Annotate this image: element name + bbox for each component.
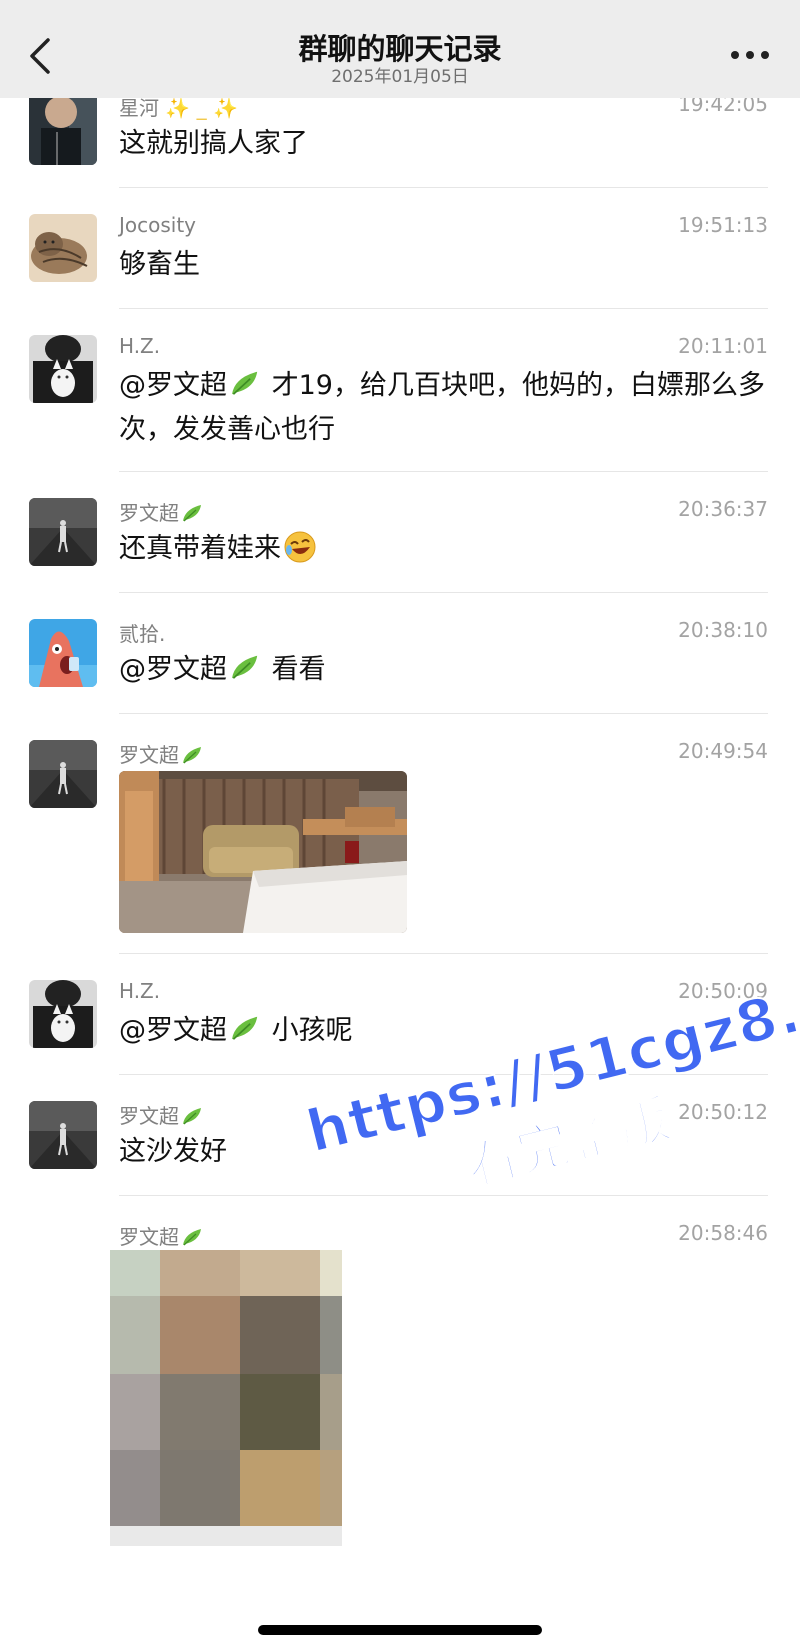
sender-name: H.Z. xyxy=(119,334,161,358)
avatar[interactable] xyxy=(29,214,97,282)
mention[interactable]: @罗文超 xyxy=(119,1015,227,1046)
sender-name: 贰拾. xyxy=(119,622,166,646)
sender-name: 罗文超 xyxy=(119,1221,205,1250)
hotel-room-photo[interactable] xyxy=(119,771,407,933)
message-time: 19:51:13 xyxy=(678,213,768,237)
avatar[interactable] xyxy=(29,498,97,566)
message-text[interactable]: 这就别搞人家了 xyxy=(119,122,769,166)
leaf-icon xyxy=(183,1229,201,1246)
leaf-icon xyxy=(183,1108,201,1125)
message-time: 20:38:10 xyxy=(678,618,768,642)
sender-name: 罗文超 xyxy=(119,739,205,768)
message-text[interactable]: 还真带着娃来 xyxy=(119,527,769,571)
divider xyxy=(119,713,768,714)
divider xyxy=(119,592,768,593)
message-time: 20:36:37 xyxy=(678,497,768,521)
avatar[interactable] xyxy=(29,619,97,687)
rolling-laughing-emoji-icon xyxy=(284,531,316,563)
message-text[interactable]: 够畜生 xyxy=(119,243,769,287)
message-text[interactable]: @罗文超 才19，给几百块吧，他妈的，白嫖那么多次，发发善心也行 xyxy=(119,364,769,452)
message-time: 20:11:01 xyxy=(678,334,768,358)
avatar[interactable] xyxy=(29,335,97,403)
message-text[interactable]: @罗文超 看看 xyxy=(119,648,769,692)
sender-name: 罗文超 xyxy=(119,497,205,526)
avatar[interactable] xyxy=(29,740,97,808)
sender-name: H.Z. xyxy=(119,979,161,1003)
page-subtitle-date: 2025年01月05日 xyxy=(331,67,469,87)
divider xyxy=(119,953,768,954)
mention[interactable]: @罗文超 xyxy=(119,370,227,401)
leaf-icon xyxy=(183,505,201,522)
message-time: 20:58:46 xyxy=(678,1221,768,1245)
leaf-icon xyxy=(232,1016,258,1040)
more-dots-icon[interactable] xyxy=(730,48,770,62)
divider xyxy=(119,308,768,309)
mention[interactable]: @罗文超 xyxy=(119,654,227,685)
pixelated-blurred-image[interactable] xyxy=(110,1250,342,1558)
divider xyxy=(119,471,768,472)
divider xyxy=(119,187,768,188)
leaf-icon xyxy=(232,371,258,395)
message-time: 20:49:54 xyxy=(678,739,768,763)
leaf-icon xyxy=(183,747,201,764)
leaf-icon xyxy=(232,655,258,679)
sender-name: 罗文超 xyxy=(119,1100,205,1129)
avatar[interactable] xyxy=(29,92,97,165)
sparkle-emoji-decoration: ✨ _ ✨ xyxy=(165,96,238,120)
navigation-bar: 群聊的聊天记录 2025年01月05日 xyxy=(0,0,800,98)
home-indicator[interactable] xyxy=(258,1625,542,1635)
sender-name: Jocosity xyxy=(119,213,197,237)
avatar[interactable] xyxy=(29,980,97,1048)
avatar[interactable] xyxy=(29,1101,97,1169)
